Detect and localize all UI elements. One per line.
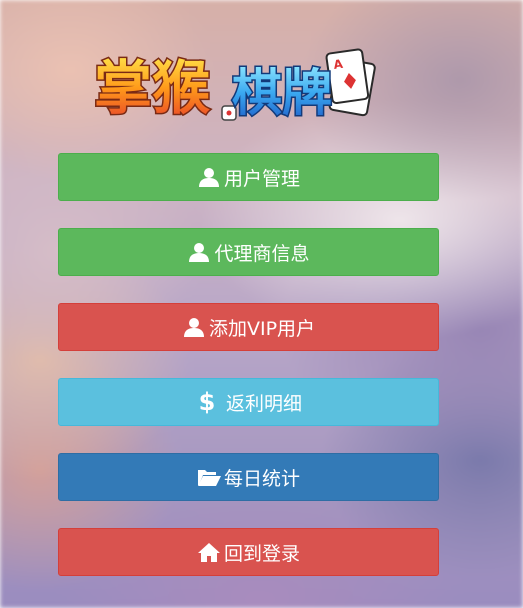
user-management-button[interactable]: 用户管理 — [58, 153, 439, 201]
back-to-login-button[interactable]: 回到登录 — [58, 528, 439, 576]
svg-text:棋牌: 棋牌 — [232, 64, 332, 122]
logo: A 掌猴 棋牌 — [90, 36, 390, 132]
folder-open-icon — [197, 465, 221, 489]
daily-statistics-button[interactable]: 每日统计 — [58, 453, 439, 501]
dollar-icon: $ — [195, 390, 219, 414]
user-icon — [182, 315, 206, 339]
user-icon — [187, 240, 211, 264]
rebate-details-button[interactable]: $ 返利明细 — [58, 378, 439, 426]
dollar-glyph: $ — [198, 388, 216, 416]
back-to-login-label: 回到登录 — [223, 542, 300, 565]
user-management-label: 用户管理 — [223, 167, 300, 190]
daily-statistics-label: 每日统计 — [223, 467, 300, 490]
svg-text:掌猴: 掌猴 — [94, 54, 210, 122]
main-menu: 用户管理 代理商信息 添加VIP用户 $ 返利明细 每日统计 回到登录 — [58, 153, 439, 603]
agent-info-button[interactable]: 代理商信息 — [58, 228, 439, 276]
home-icon — [197, 540, 221, 564]
add-vip-user-label: 添加VIP用户 — [208, 317, 316, 340]
user-icon — [197, 165, 221, 189]
agent-info-label: 代理商信息 — [214, 242, 310, 265]
rebate-details-label: 返利明细 — [225, 392, 302, 415]
add-vip-user-button[interactable]: 添加VIP用户 — [58, 303, 439, 351]
logo-graphic: A 掌猴 棋牌 — [93, 48, 376, 124]
